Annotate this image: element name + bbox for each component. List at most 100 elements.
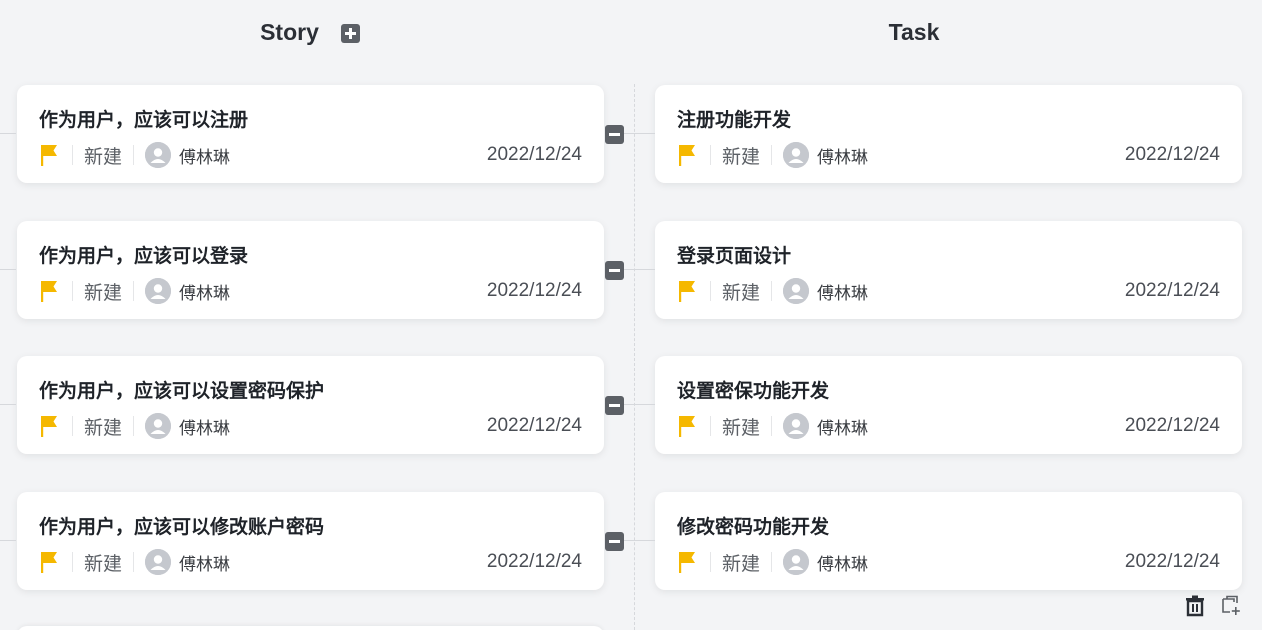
flag-icon [679,552,695,573]
user-avatar-icon [145,278,172,304]
priority-flag[interactable] [677,414,699,438]
story-card[interactable]: 作为用户，应该可以登录新建 傅林琳 2022/12/24 [17,221,604,319]
assignee-name[interactable]: 傅林琳 [817,143,868,168]
story-card-partial[interactable] [17,626,604,630]
status-label[interactable]: 新建 [84,278,122,305]
card-meta: 新建 傅林琳 2022/12/24 [39,412,582,440]
meta-separator [133,145,135,165]
card-title[interactable]: 修改密码功能开发 [677,512,829,539]
due-date[interactable]: 2022/12/24 [1125,280,1220,302]
row-connector [624,269,655,270]
status-label[interactable]: 新建 [84,549,122,576]
status-label[interactable]: 新建 [84,142,122,169]
user-avatar-icon [783,142,810,168]
card-meta: 新建 傅林琳 2022/12/24 [39,548,582,576]
priority-flag[interactable] [677,279,699,303]
meta-separator [133,281,135,301]
row-connector [0,269,16,270]
meta-separator [710,416,711,436]
collapse-button[interactable] [605,396,624,415]
due-date[interactable]: 2022/12/24 [487,280,582,302]
minus-icon [609,404,620,407]
collapse-button[interactable] [605,125,624,144]
card-meta: 新建 傅林琳 2022/12/24 [39,277,582,305]
card-title[interactable]: 作为用户，应该可以注册 [39,105,248,132]
user-avatar-icon [145,549,172,575]
add-story-button[interactable] [340,23,360,43]
user-avatar-icon [783,549,810,575]
priority-flag[interactable] [39,414,61,438]
priority-flag[interactable] [39,279,61,303]
due-date[interactable]: 2022/12/24 [1125,144,1220,166]
story-card[interactable]: 作为用户，应该可以注册新建 傅林琳 2022/12/24 [17,85,604,183]
status-label[interactable]: 新建 [722,413,760,440]
avatar[interactable] [783,142,810,168]
flag-icon [41,281,57,302]
card-title[interactable]: 设置密保功能开发 [677,376,829,403]
assignee-name[interactable]: 傅林琳 [817,279,868,304]
avatar[interactable] [145,413,172,439]
add-card-icon [1222,595,1240,615]
row-connector [624,133,655,134]
assignee-name[interactable]: 傅林琳 [817,550,868,575]
status-label[interactable]: 新建 [722,549,760,576]
status-label[interactable]: 新建 [722,278,760,305]
task-card[interactable]: 设置密保功能开发新建 傅林琳 2022/12/24 [655,356,1242,454]
card-title[interactable]: 作为用户，应该可以登录 [39,241,248,268]
card-meta: 新建 傅林琳 2022/12/24 [677,548,1220,576]
due-date[interactable]: 2022/12/24 [1125,415,1220,437]
avatar[interactable] [145,278,172,304]
column-divider [634,84,635,630]
flag-icon [41,416,57,437]
card-title[interactable]: 作为用户，应该可以设置密码保护 [39,376,324,403]
meta-separator [710,552,711,572]
collapse-button[interactable] [605,532,624,551]
task-column-header: Task [634,14,1194,50]
meta-separator [72,281,73,301]
avatar[interactable] [783,278,810,304]
assignee-name[interactable]: 傅林琳 [179,279,230,304]
assignee-name[interactable]: 傅林琳 [179,550,230,575]
status-label[interactable]: 新建 [84,413,122,440]
flag-icon [41,552,57,573]
status-label[interactable]: 新建 [722,142,760,169]
minus-icon [609,540,620,543]
priority-flag[interactable] [677,550,699,574]
delete-button[interactable] [1183,594,1207,618]
story-card[interactable]: 作为用户，应该可以修改账户密码新建 傅林琳 2022/12/24 [17,492,604,590]
minus-icon [609,133,620,136]
assignee-name[interactable]: 傅林琳 [179,143,230,168]
priority-flag[interactable] [677,143,699,167]
card-title[interactable]: 登录页面设计 [677,241,791,268]
due-date[interactable]: 2022/12/24 [487,144,582,166]
priority-flag[interactable] [39,550,61,574]
task-card[interactable]: 登录页面设计新建 傅林琳 2022/12/24 [655,221,1242,319]
avatar[interactable] [145,142,172,168]
assignee-name[interactable]: 傅林琳 [179,414,230,439]
due-date[interactable]: 2022/12/24 [487,415,582,437]
task-column-title: Task [888,18,940,45]
avatar[interactable] [783,413,810,439]
card-title[interactable]: 注册功能开发 [677,105,791,132]
card-meta: 新建 傅林琳 2022/12/24 [677,277,1220,305]
meta-separator [710,281,711,301]
story-card[interactable]: 作为用户，应该可以设置密码保护新建 傅林琳 2022/12/24 [17,356,604,454]
meta-separator [771,552,773,572]
task-card[interactable]: 注册功能开发新建 傅林琳 2022/12/24 [655,85,1242,183]
row-connector [0,133,16,134]
card-title[interactable]: 作为用户，应该可以修改账户密码 [39,512,324,539]
meta-separator [133,552,135,572]
avatar[interactable] [145,549,172,575]
due-date[interactable]: 2022/12/24 [1125,551,1220,573]
due-date[interactable]: 2022/12/24 [487,551,582,573]
avatar[interactable] [783,549,810,575]
flag-icon [41,145,57,166]
task-card[interactable]: 修改密码功能开发新建 傅林琳 2022/12/24 [655,492,1242,590]
priority-flag[interactable] [39,143,61,167]
add-card-button[interactable] [1219,594,1243,618]
meta-separator [771,416,773,436]
assignee-name[interactable]: 傅林琳 [817,414,868,439]
card-meta: 新建 傅林琳 2022/12/24 [39,141,582,169]
user-avatar-icon [145,413,172,439]
collapse-button[interactable] [605,261,624,280]
